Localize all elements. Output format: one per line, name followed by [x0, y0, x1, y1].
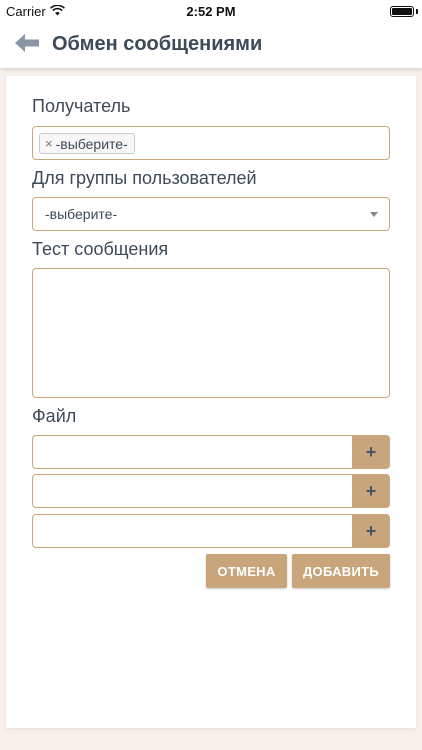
group-label: Для группы пользователей	[32, 168, 257, 188]
recipient-label: Получатель	[32, 96, 131, 116]
plus-icon: +	[365, 441, 377, 462]
add-file-button-3[interactable]: +	[352, 514, 390, 548]
cancel-button[interactable]: ОТМЕНА	[206, 554, 287, 588]
file-row-2: +	[32, 474, 390, 508]
chevron-down-icon	[370, 212, 378, 217]
recipient-field[interactable]: × -выберите-	[32, 126, 390, 160]
battery-tip	[416, 9, 418, 14]
remove-tag-icon[interactable]: ×	[45, 136, 53, 151]
file-row-3: +	[32, 514, 390, 548]
status-bar: Carrier 2:52 PM	[0, 0, 422, 22]
file-label: Файл	[32, 406, 77, 426]
add-file-button-2[interactable]: +	[352, 474, 390, 508]
message-form-card: Получатель × -выберите- Для группы польз…	[6, 76, 416, 728]
group-select-value: -выберите-	[45, 206, 118, 222]
battery-icon	[390, 6, 414, 17]
file-input-3[interactable]	[32, 514, 352, 548]
page-title: Обмен сообщениями	[52, 33, 263, 55]
status-time: 2:52 PM	[186, 4, 236, 19]
file-input-1[interactable]	[32, 435, 352, 469]
file-input-2[interactable]	[32, 474, 352, 508]
message-textarea[interactable]	[32, 268, 390, 398]
plus-icon: +	[365, 520, 377, 541]
back-button[interactable]	[14, 33, 40, 57]
recipient-tag: × -выберите-	[39, 133, 135, 154]
add-file-button-1[interactable]: +	[352, 435, 390, 469]
message-label: Тест сообщения	[32, 239, 169, 259]
recipient-tag-label: -выберите-	[55, 135, 128, 152]
arrow-left-icon	[15, 33, 39, 57]
file-row-1: +	[32, 435, 390, 469]
plus-icon: +	[365, 480, 377, 501]
nav-bar: Обмен сообщениями	[0, 22, 422, 68]
add-button[interactable]: ДОБАВИТЬ	[292, 554, 390, 588]
group-select[interactable]: -выберите-	[32, 197, 390, 231]
